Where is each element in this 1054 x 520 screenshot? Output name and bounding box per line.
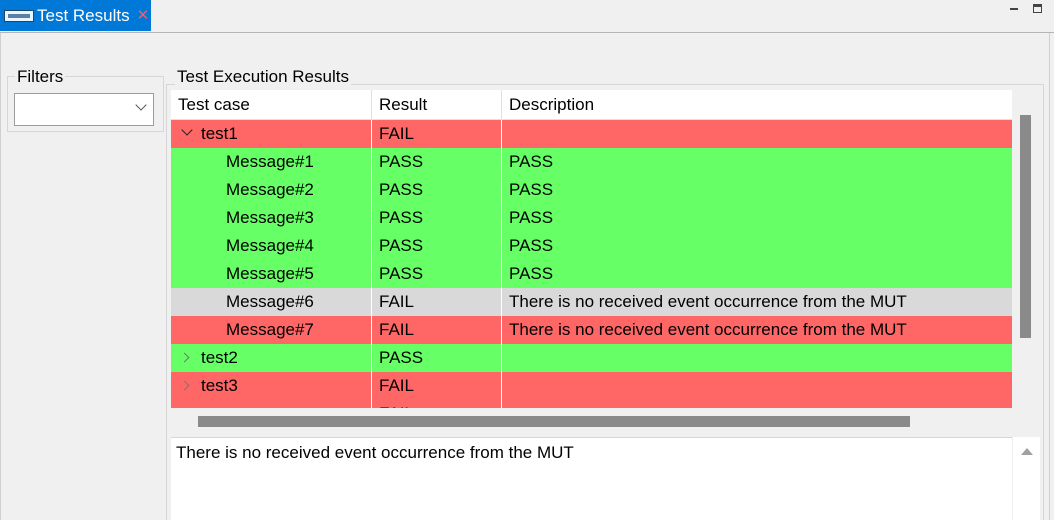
cell-test-case: test3: [171, 372, 372, 400]
table-row[interactable]: Message#1 PASS PASS: [171, 148, 1012, 176]
cell-test-case: Message#1: [171, 148, 372, 176]
test-case-name: test3: [201, 376, 238, 395]
cell-description: PASS: [509, 236, 554, 255]
table-row[interactable]: Message#2 PASS PASS: [171, 176, 1012, 204]
test-case-name: Message#4: [226, 236, 314, 255]
cell-result: FAIL: [372, 316, 502, 344]
view-tab-bar: Test Results ✕: [0, 0, 1054, 31]
cell-description: PASS: [509, 180, 554, 199]
cell-result: PASS: [372, 204, 502, 232]
test-case-name: test2: [201, 348, 238, 367]
cell-description: There is no received event occurrence fr…: [509, 292, 907, 311]
chevron-right-icon[interactable]: [181, 344, 195, 372]
detail-scrollbar[interactable]: [1012, 437, 1040, 520]
chevron-down-icon: [135, 99, 147, 111]
horizontal-scroll-thumb[interactable]: [198, 416, 910, 427]
table-row[interactable]: test1 FAIL: [171, 120, 1012, 148]
table-row[interactable]: FAIL: [171, 400, 1012, 408]
test-results-view-icon: [4, 9, 34, 22]
test-case-name: Message#7: [226, 320, 314, 339]
cell-description: [502, 372, 1012, 400]
table-row[interactable]: test2 PASS: [171, 344, 1012, 372]
vertical-scrollbar[interactable]: [1012, 90, 1040, 435]
table-row[interactable]: Message#7 FAIL There is no received event …: [171, 316, 1012, 344]
cell-description: PASS: [509, 152, 554, 171]
cell-test-case: [171, 400, 372, 408]
cell-result: FAIL: [372, 288, 502, 316]
filter-dropdown[interactable]: [14, 93, 154, 126]
test-case-name: test1: [201, 124, 238, 143]
results-label: Test Execution Results: [175, 67, 351, 87]
test-case-name: Message#5: [226, 264, 314, 283]
cell-result: PASS: [372, 260, 502, 288]
cell-test-case: Message#4: [171, 232, 372, 260]
cell-test-case: Message#5: [171, 260, 372, 288]
cell-description: [502, 344, 1012, 372]
cell-test-case: test1: [171, 120, 372, 148]
table-row[interactable]: Message#5 PASS PASS: [171, 260, 1012, 288]
cell-result: PASS: [372, 176, 502, 204]
table-row[interactable]: Message#6 FAIL There is no received event …: [171, 288, 1012, 316]
cell-result: FAIL: [372, 120, 502, 148]
column-header-description[interactable]: Description: [502, 90, 1012, 120]
test-case-name: Message#2: [226, 180, 314, 199]
table-row[interactable]: Message#3 PASS PASS: [171, 204, 1012, 232]
tab-test-results[interactable]: Test Results ✕: [0, 0, 151, 31]
cell-result: PASS: [372, 148, 502, 176]
chevron-down-icon[interactable]: [181, 120, 195, 148]
cell-test-case: Message#3: [171, 204, 372, 232]
maximize-icon[interactable]: [1033, 4, 1042, 13]
view-controls: [1010, 4, 1042, 13]
results-tree-table: Test case Result Description test1 FAIL Me…: [171, 90, 1012, 408]
filters-label: Filters: [15, 67, 66, 87]
minimize-icon[interactable]: [1010, 4, 1019, 13]
vertical-scroll-thumb[interactable]: [1020, 115, 1031, 338]
scroll-up-icon[interactable]: [1021, 448, 1033, 455]
cell-test-case: Message#7: [171, 316, 372, 344]
cell-description: PASS: [509, 208, 554, 227]
cell-result: PASS: [372, 344, 502, 372]
cell-result: PASS: [372, 232, 502, 260]
table-row[interactable]: Message#4 PASS PASS: [171, 232, 1012, 260]
test-case-name: Message#1: [226, 152, 314, 171]
horizontal-scrollbar[interactable]: [171, 408, 1012, 435]
test-case-name: Message#3: [226, 208, 314, 227]
column-header-test-case[interactable]: Test case: [171, 90, 372, 120]
table-header: Test case Result Description: [171, 90, 1012, 120]
cell-test-case: Message#6: [171, 288, 372, 316]
cell-description: PASS: [509, 264, 554, 283]
detail-text: There is no received event occurrence fr…: [176, 443, 574, 462]
cell-result: FAIL: [372, 400, 502, 408]
tab-title: Test Results: [37, 5, 130, 25]
test-case-name: Message#6: [226, 292, 314, 311]
column-header-result[interactable]: Result: [372, 90, 502, 120]
cell-result: FAIL: [372, 372, 502, 400]
cell-test-case: test2: [171, 344, 372, 372]
table-row[interactable]: test3 FAIL: [171, 372, 1012, 400]
table-body: test1 FAIL Message#1 PASS PASS Message#2 PASS P…: [171, 120, 1012, 408]
cell-test-case: Message#2: [171, 176, 372, 204]
chevron-right-icon[interactable]: [181, 372, 195, 400]
cell-description: [502, 120, 1012, 148]
cell-description: There is no received event occurrence fr…: [509, 320, 907, 339]
detail-pane[interactable]: There is no received event occurrence fr…: [171, 437, 1012, 520]
close-icon[interactable]: ✕: [137, 8, 150, 23]
cell-description: [502, 400, 1012, 408]
